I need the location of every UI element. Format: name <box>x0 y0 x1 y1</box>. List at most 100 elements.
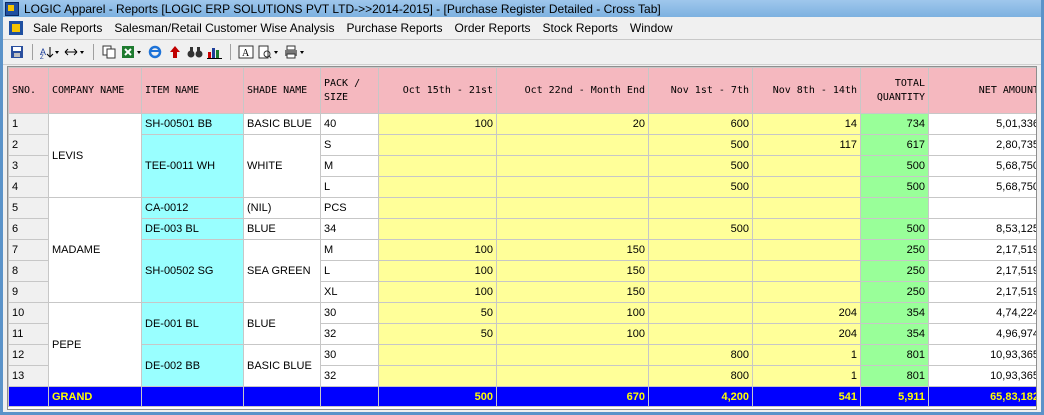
cell-item[interactable]: TEE-0011 WH <box>141 134 244 198</box>
cell-sno[interactable]: 13 <box>8 365 49 387</box>
cell-week4[interactable]: 117 <box>752 134 861 156</box>
cell-week4[interactable] <box>752 155 861 177</box>
cell-week1[interactable]: 50 <box>378 323 497 345</box>
cell-week2[interactable] <box>496 155 649 177</box>
col-header-shade[interactable]: SHADE NAME <box>243 67 321 114</box>
col-header-week4[interactable]: Nov 8th - 14th <box>752 67 861 114</box>
cell-total[interactable]: 734 <box>860 113 929 135</box>
cell-total[interactable]: 354 <box>860 323 929 345</box>
cell-shade[interactable]: BLUE <box>243 302 321 345</box>
cell-week2[interactable]: 100 <box>496 323 649 345</box>
cell-item[interactable]: DE-003 BL <box>141 218 244 240</box>
cell-net[interactable]: 4,96,974 <box>928 323 1036 345</box>
column-width-icon[interactable] <box>64 43 86 61</box>
cell-net[interactable]: 10,93,365 <box>928 365 1036 387</box>
cell-week2[interactable] <box>496 218 649 240</box>
cell-week4[interactable] <box>752 176 861 198</box>
cell-pack[interactable]: M <box>320 155 379 177</box>
document-icon[interactable] <box>9 21 23 35</box>
menu-order-reports[interactable]: Order Reports <box>449 18 537 38</box>
cell-item[interactable]: DE-001 BL <box>141 302 244 345</box>
col-header-week2[interactable]: Oct 22nd - Month End <box>496 67 649 114</box>
cell-total[interactable]: 801 <box>860 344 929 366</box>
cell-pack[interactable]: 30 <box>320 344 379 366</box>
cell-week3[interactable]: 500 <box>648 176 753 198</box>
cell-net[interactable]: 2,17,519 <box>928 260 1036 282</box>
cell-pack[interactable]: L <box>320 260 379 282</box>
cell-sno[interactable]: 1 <box>8 113 49 135</box>
menu-sale-reports[interactable]: Sale Reports <box>27 18 108 38</box>
cell-week1[interactable]: 100 <box>378 281 497 303</box>
cell-pack[interactable]: XL <box>320 281 379 303</box>
cell-week2[interactable] <box>496 176 649 198</box>
menu-salesman-analysis[interactable]: Salesman/Retail Customer Wise Analysis <box>108 18 340 38</box>
cell-week1[interactable] <box>378 344 497 366</box>
cell-total[interactable]: 500 <box>860 218 929 240</box>
cell-pack[interactable]: S <box>320 134 379 156</box>
cell-shade[interactable]: (NIL) <box>243 197 321 219</box>
cell-week3[interactable]: 800 <box>648 365 753 387</box>
cell-week3[interactable]: 800 <box>648 344 753 366</box>
cell-week1[interactable]: 50 <box>378 302 497 324</box>
table-row[interactable]: 7 SH-00502 SG SEA GREEN M 100 150 250 2,… <box>8 239 1036 303</box>
grand-total-row[interactable]: GRAND 500 670 4,200 541 5,911 65,83,182 <box>8 386 1036 407</box>
cell-total[interactable]: 250 <box>860 281 929 303</box>
cell-net[interactable]: 4,74,224 <box>928 302 1036 324</box>
cell-net[interactable]: 10,93,365 <box>928 344 1036 366</box>
cell-week2[interactable] <box>496 134 649 156</box>
table-row[interactable]: 2 TEE-0011 WH WHITE S 500 117 617 2,80,7… <box>8 134 1036 198</box>
cell-week1[interactable] <box>378 155 497 177</box>
cell-week4[interactable] <box>752 197 861 219</box>
cell-week2[interactable] <box>496 365 649 387</box>
table-row[interactable]: 1 LEVIS SH-00501 BB BASIC BLUE 40 100 20… <box>8 113 1036 198</box>
excel-icon[interactable] <box>121 43 143 61</box>
cell-pack[interactable]: 34 <box>320 218 379 240</box>
cell-total[interactable]: 354 <box>860 302 929 324</box>
cell-net[interactable]: 2,17,519 <box>928 239 1036 261</box>
cell-item[interactable]: CA-0012 <box>141 197 244 219</box>
cell-pack[interactable]: L <box>320 176 379 198</box>
menu-window[interactable]: Window <box>624 18 679 38</box>
copy-icon[interactable] <box>101 43 117 61</box>
cell-sno[interactable]: 6 <box>8 218 49 240</box>
cell-net[interactable]: 5,68,750 <box>928 155 1036 177</box>
cell-item[interactable]: DE-002 BB <box>141 344 244 387</box>
cell-sno[interactable]: 7 <box>8 239 49 261</box>
cell-shade[interactable]: BLUE <box>243 218 321 240</box>
print-icon[interactable] <box>284 43 306 61</box>
cell-week2[interactable]: 150 <box>496 260 649 282</box>
cell-week4[interactable] <box>752 260 861 282</box>
cell-week2[interactable] <box>496 344 649 366</box>
cell-pack[interactable]: PCS <box>320 197 379 219</box>
cell-shade[interactable]: WHITE <box>243 134 321 198</box>
binoculars-icon[interactable] <box>187 43 203 61</box>
cell-week4[interactable] <box>752 218 861 240</box>
cell-week2[interactable]: 150 <box>496 239 649 261</box>
menu-stock-reports[interactable]: Stock Reports <box>537 18 624 38</box>
cell-pack[interactable]: 40 <box>320 113 379 135</box>
cell-net[interactable]: 5,01,336 <box>928 113 1036 135</box>
cell-week4[interactable]: 1 <box>752 344 861 366</box>
cell-week1[interactable]: 100 <box>378 260 497 282</box>
cell-total[interactable]: 500 <box>860 155 929 177</box>
cell-total[interactable]: 500 <box>860 176 929 198</box>
cell-total[interactable] <box>860 197 929 219</box>
cell-sno[interactable]: 4 <box>8 176 49 198</box>
internet-explorer-icon[interactable] <box>147 43 163 61</box>
cell-week1[interactable]: 100 <box>378 113 497 135</box>
cell-week3[interactable] <box>648 281 753 303</box>
cell-week1[interactable] <box>378 197 497 219</box>
cell-company[interactable]: MADAME <box>48 197 142 303</box>
cell-week2[interactable]: 20 <box>496 113 649 135</box>
print-preview-icon[interactable] <box>258 43 280 61</box>
cell-net[interactable]: 8,53,125 <box>928 218 1036 240</box>
cell-sno[interactable]: 8 <box>8 260 49 282</box>
cell-net[interactable]: 2,17,519 <box>928 281 1036 303</box>
cell-week3[interactable] <box>648 197 753 219</box>
cell-week2[interactable]: 100 <box>496 302 649 324</box>
cell-sno[interactable]: 9 <box>8 281 49 303</box>
table-row[interactable]: 6 DE-003 BL BLUE 34 500 500 8,53,125 <box>8 218 1036 240</box>
font-icon[interactable]: A <box>238 43 254 61</box>
cell-total[interactable]: 801 <box>860 365 929 387</box>
cell-week4[interactable] <box>752 281 861 303</box>
